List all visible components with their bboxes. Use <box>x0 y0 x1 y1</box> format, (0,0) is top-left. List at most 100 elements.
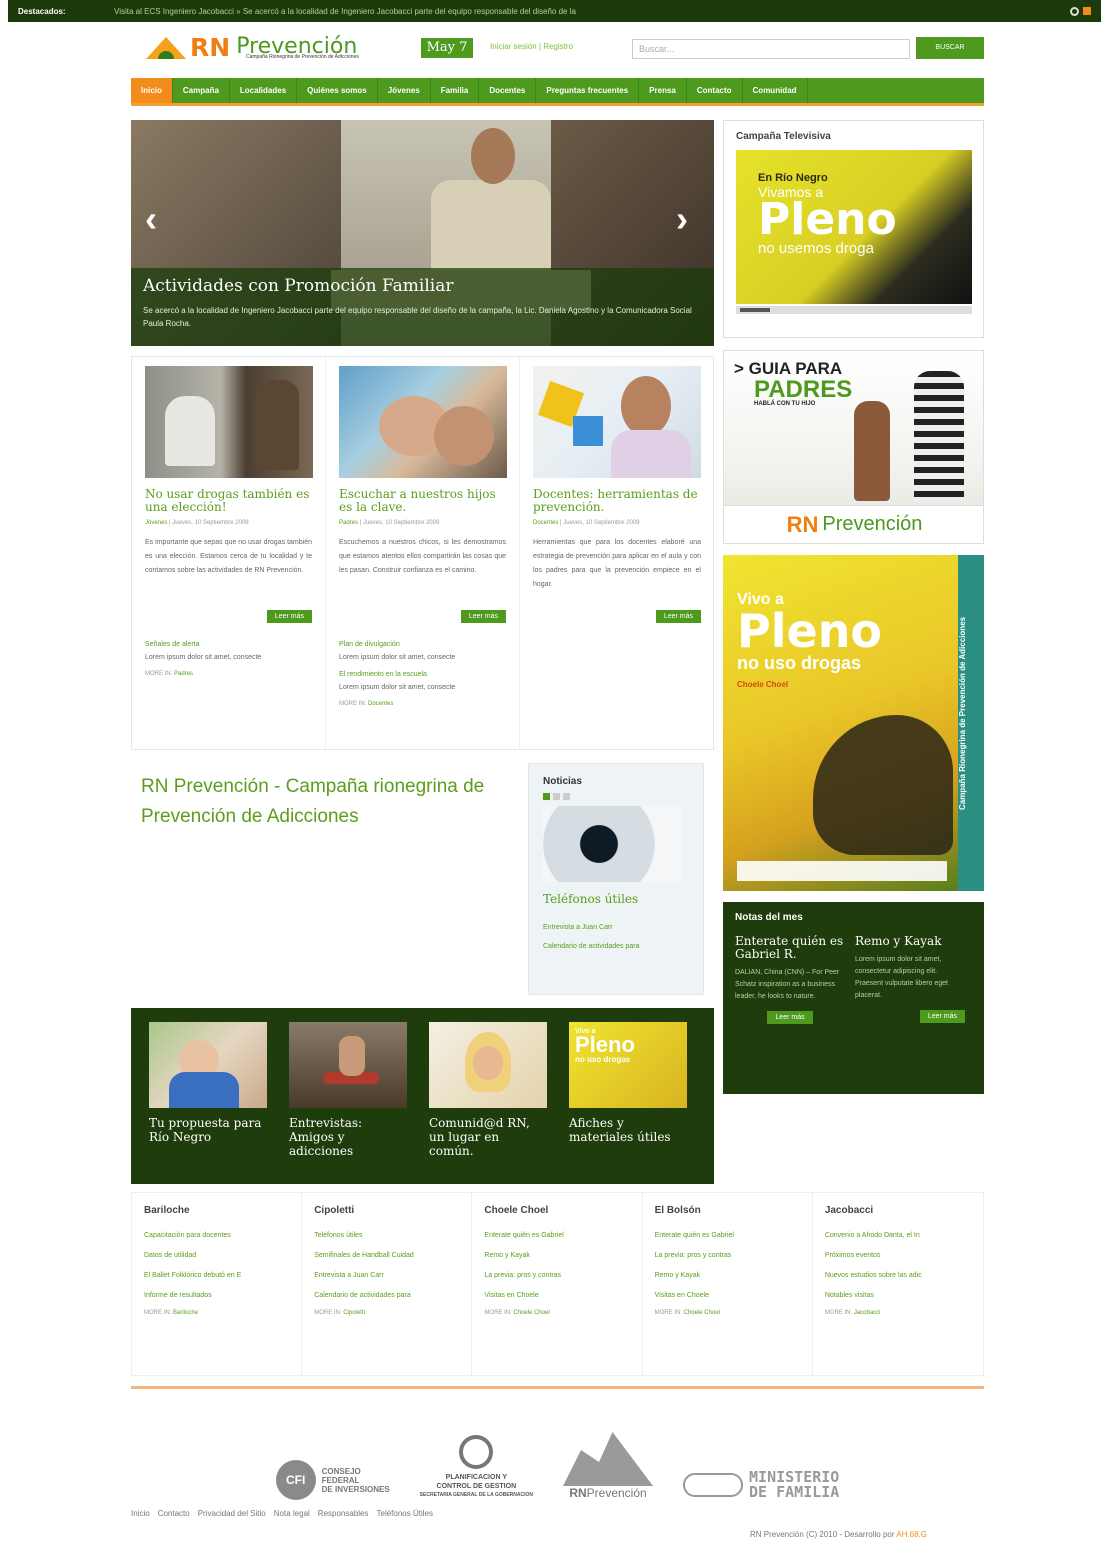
more-in-link[interactable]: Choele Choel <box>513 1310 549 1316</box>
gear-icon[interactable] <box>1070 6 1079 16</box>
news-pager[interactable] <box>543 793 689 800</box>
footer-link-nota-legal[interactable]: Nota legal <box>274 1509 310 1518</box>
footer-link-telefonos[interactable]: Teléfonos Útiles <box>377 1509 433 1518</box>
read-more-button[interactable]: Leer más <box>460 610 506 623</box>
city-title[interactable]: Jacobacci <box>825 1205 971 1216</box>
rn-prevencion-logo[interactable]: RNPrevención <box>563 1426 654 1500</box>
nav-item-comunidad[interactable]: Comunidad <box>743 78 808 103</box>
ministerio-logo[interactable]: MINISTERIO DE FAMILIA <box>683 1470 839 1500</box>
more-in-link[interactable]: Padres <box>174 671 193 677</box>
news-link[interactable]: Calendario de actividades para <box>543 943 689 950</box>
note-title[interactable]: Enterate quién es Gabriel R. <box>735 935 845 961</box>
city-title[interactable]: Cipoletti <box>314 1205 459 1216</box>
city-link[interactable]: Entrevista a Juan Carr <box>314 1270 459 1282</box>
hero-slider[interactable]: ‹ › Actividades con Promoción Familiar S… <box>131 120 714 346</box>
city-title[interactable]: Choele Choel <box>484 1205 629 1216</box>
city-link[interactable]: Remo y Kayak <box>655 1270 800 1282</box>
nav-item-campana[interactable]: Campaña <box>173 78 230 103</box>
note-title[interactable]: Remo y Kayak <box>855 935 965 948</box>
news-link[interactable]: Entrevista a Juan Carr <box>543 924 689 931</box>
author-link[interactable]: AH.68.G <box>896 1530 927 1539</box>
city-link[interactable]: Informe de resultados <box>144 1290 289 1302</box>
more-in-link[interactable]: Choele Choel <box>684 1310 720 1316</box>
article-title[interactable]: Docentes: herramientas de prevención. <box>533 488 701 514</box>
search-input[interactable]: Buscar... <box>632 39 910 59</box>
pager-dot[interactable] <box>563 793 570 800</box>
more-in-link[interactable]: Docentes <box>368 701 393 707</box>
slider-prev-icon[interactable]: ‹ <box>145 198 157 240</box>
slider-next-icon[interactable]: › <box>676 198 688 240</box>
cfi-logo[interactable]: CFI CONSEJO FEDERAL DE INVERSIONES <box>275 1460 390 1500</box>
city-link[interactable]: Calendario de actividades para <box>314 1290 459 1302</box>
video-progress-bar[interactable] <box>736 306 972 314</box>
nav-item-prensa[interactable]: Prensa <box>639 78 687 103</box>
more-in-link[interactable]: Bariloche <box>173 1310 198 1316</box>
article-image[interactable] <box>145 366 313 478</box>
pager-dot[interactable] <box>553 793 560 800</box>
article-category[interactable]: Docentes <box>533 520 558 526</box>
news-image[interactable] <box>543 806 683 882</box>
more-in-link[interactable]: Cipoletti <box>343 1310 365 1316</box>
nav-item-jovenes[interactable]: Jóvenes <box>378 78 431 103</box>
city-link[interactable]: Visitas en Choele <box>484 1290 629 1302</box>
city-link[interactable]: Enterate quién es Gabriel <box>655 1230 800 1242</box>
city-link[interactable]: Convenio a Ahodo Danta, el In <box>825 1230 971 1242</box>
city-link[interactable]: Capacitación para docentes <box>144 1230 289 1242</box>
news-item-title[interactable]: Teléfonos útiles <box>543 892 689 906</box>
read-more-button[interactable]: Leer más <box>919 1010 965 1023</box>
feature-item[interactable]: Comunid@d RN, un lugar en común. <box>429 1022 547 1170</box>
nav-item-preguntas[interactable]: Preguntas frecuentes <box>536 78 640 103</box>
city-link[interactable]: Datos de utilidad <box>144 1250 289 1262</box>
search-button[interactable]: BUSCAR <box>916 37 984 59</box>
read-more-button[interactable]: Leer más <box>266 610 312 623</box>
city-title[interactable]: El Bolsón <box>655 1205 800 1216</box>
city-link[interactable]: Teléfonos útiles <box>314 1230 459 1242</box>
related-link[interactable]: Señales de alerta <box>145 641 312 648</box>
pager-dot[interactable] <box>543 793 550 800</box>
city-link[interactable]: La previa: pros y contras <box>484 1270 629 1282</box>
nav-item-familia[interactable]: Familia <box>431 78 480 103</box>
article-image[interactable] <box>339 366 507 478</box>
city-link[interactable]: Próximos eventos <box>825 1250 971 1262</box>
city-link[interactable]: Remo y Kayak <box>484 1250 629 1262</box>
nav-item-docentes[interactable]: Docentes <box>479 78 537 103</box>
read-more-button[interactable]: Leer más <box>655 610 701 623</box>
read-more-button[interactable]: Leer más <box>767 1011 813 1024</box>
tv-video-player[interactable]: En Río Negro Vivamos a Pleno no usemos d… <box>736 150 972 304</box>
login-link[interactable]: Iniciar sesión | Registro <box>490 42 573 51</box>
feature-item[interactable]: Vivo a Pleno no uso drogas Afiches y mat… <box>569 1022 687 1170</box>
city-link[interactable]: Notables visitas <box>825 1290 971 1302</box>
footer-link-privacidad[interactable]: Privacidad del Sitio <box>198 1509 266 1518</box>
article-image[interactable] <box>533 366 701 478</box>
city-link[interactable]: Visitas en Choele <box>655 1290 800 1302</box>
city-link[interactable]: Semifinales de Handball Cuidad <box>314 1250 459 1262</box>
city-link[interactable]: Nuevos estudios sobre las adic <box>825 1270 971 1282</box>
feature-item[interactable]: Tu propuesta para Río Negro <box>149 1022 267 1170</box>
planificacion-logo[interactable]: PLANIFICACION Y CONTROL DE GESTION SECRE… <box>420 1435 533 1500</box>
city-link[interactable]: El Ballet Folklórico debutó en E <box>144 1270 289 1282</box>
nav-item-inicio[interactable]: Inicio <box>131 78 173 103</box>
city-link[interactable]: La previa: pros y contras <box>655 1250 800 1262</box>
nav-item-localidades[interactable]: Localidades <box>230 78 298 103</box>
nav-item-quienes-somos[interactable]: Quiénes somos <box>297 78 378 103</box>
city-link[interactable]: Enterate quién es Gabriel <box>484 1230 629 1242</box>
related-link[interactable]: El rendimiento en la escuela <box>339 671 506 678</box>
footer-link-responsables[interactable]: Responsables <box>318 1509 369 1518</box>
related-link[interactable]: Plan de divulgación <box>339 641 506 648</box>
hero-title[interactable]: Actividades con Promoción Familiar <box>143 276 702 296</box>
city-title[interactable]: Bariloche <box>144 1205 289 1216</box>
highlights-ticker[interactable]: Visita al ECS Ingeniero Jacobacci » Se a… <box>114 7 1070 16</box>
article-category[interactable]: Padres <box>339 520 358 526</box>
footer-link-contacto[interactable]: Contacto <box>158 1509 190 1518</box>
more-in-link[interactable]: Jacobacci <box>854 1310 881 1316</box>
feature-item[interactable]: Entrevistas: Amigos y adicciones <box>289 1022 407 1170</box>
nav-item-contacto[interactable]: Contacto <box>687 78 743 103</box>
vivo-pleno-banner[interactable]: Vivo a Pleno no uso drogas Choele Choel … <box>723 555 984 891</box>
rss-icon[interactable] <box>1083 6 1091 15</box>
article-title[interactable]: Escuchar a nuestros hijos es la clave. <box>339 488 506 514</box>
article-category[interactable]: Jóvenes <box>145 520 167 526</box>
article-title[interactable]: No usar drogas también es una elección! <box>145 488 312 514</box>
site-logo[interactable]: RN Prevención Campaña Rionegrina de Prev… <box>144 30 384 64</box>
parents-guide-banner[interactable]: > GUIA PARA PADRES HABLÁ CON TU HIJO RN … <box>723 350 984 544</box>
footer-link-inicio[interactable]: Inicio <box>131 1509 150 1518</box>
